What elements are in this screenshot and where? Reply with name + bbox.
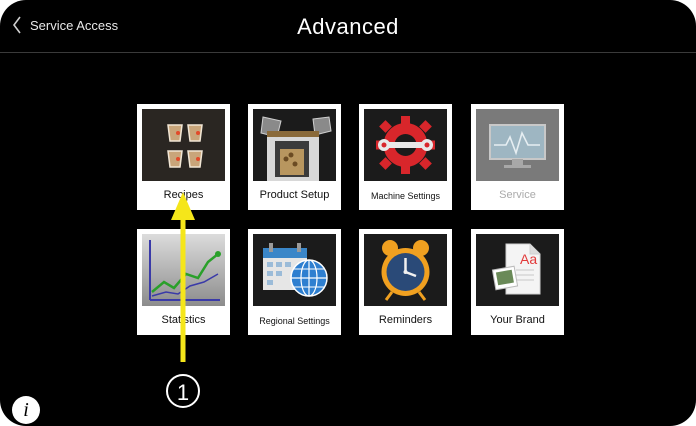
tile-reminders[interactable]: Reminders [359, 229, 452, 335]
tile-label: Service [499, 189, 536, 201]
screen: Service Access Advanced Recipes [0, 0, 696, 426]
tile-machine-settings[interactable]: Machine Settings [359, 104, 452, 210]
page-title: Advanced [297, 14, 399, 39]
tile-service[interactable]: Service [471, 104, 564, 210]
tile-label: Machine Settings [370, 191, 441, 201]
tile-product-setup[interactable]: Product Setup [248, 104, 341, 210]
tile-regional-settings[interactable]: Regional Settings [248, 229, 341, 335]
calendar-globe-icon [253, 234, 336, 306]
tile-label: Your Brand [490, 314, 545, 326]
tile-label: Regional Settings [259, 316, 330, 326]
svg-text:Aa: Aa [520, 251, 537, 267]
info-icon[interactable]: i [12, 396, 40, 424]
callout-number: 1 [166, 374, 200, 408]
product-setup-icon [253, 109, 336, 181]
tile-your-brand[interactable]: Aa Your Brand [471, 229, 564, 335]
recipes-icon [142, 109, 225, 181]
tile-label: Reminders [378, 314, 433, 326]
header-bar: Service Access Advanced [0, 0, 696, 53]
annotation-arrow-icon [171, 192, 195, 362]
machine-settings-gear-icon [364, 109, 447, 181]
service-monitor-icon [476, 109, 559, 181]
alarm-clock-icon [364, 234, 447, 306]
tile-label: Product Setup [259, 189, 330, 201]
brand-document-icon: Aa [476, 234, 559, 306]
